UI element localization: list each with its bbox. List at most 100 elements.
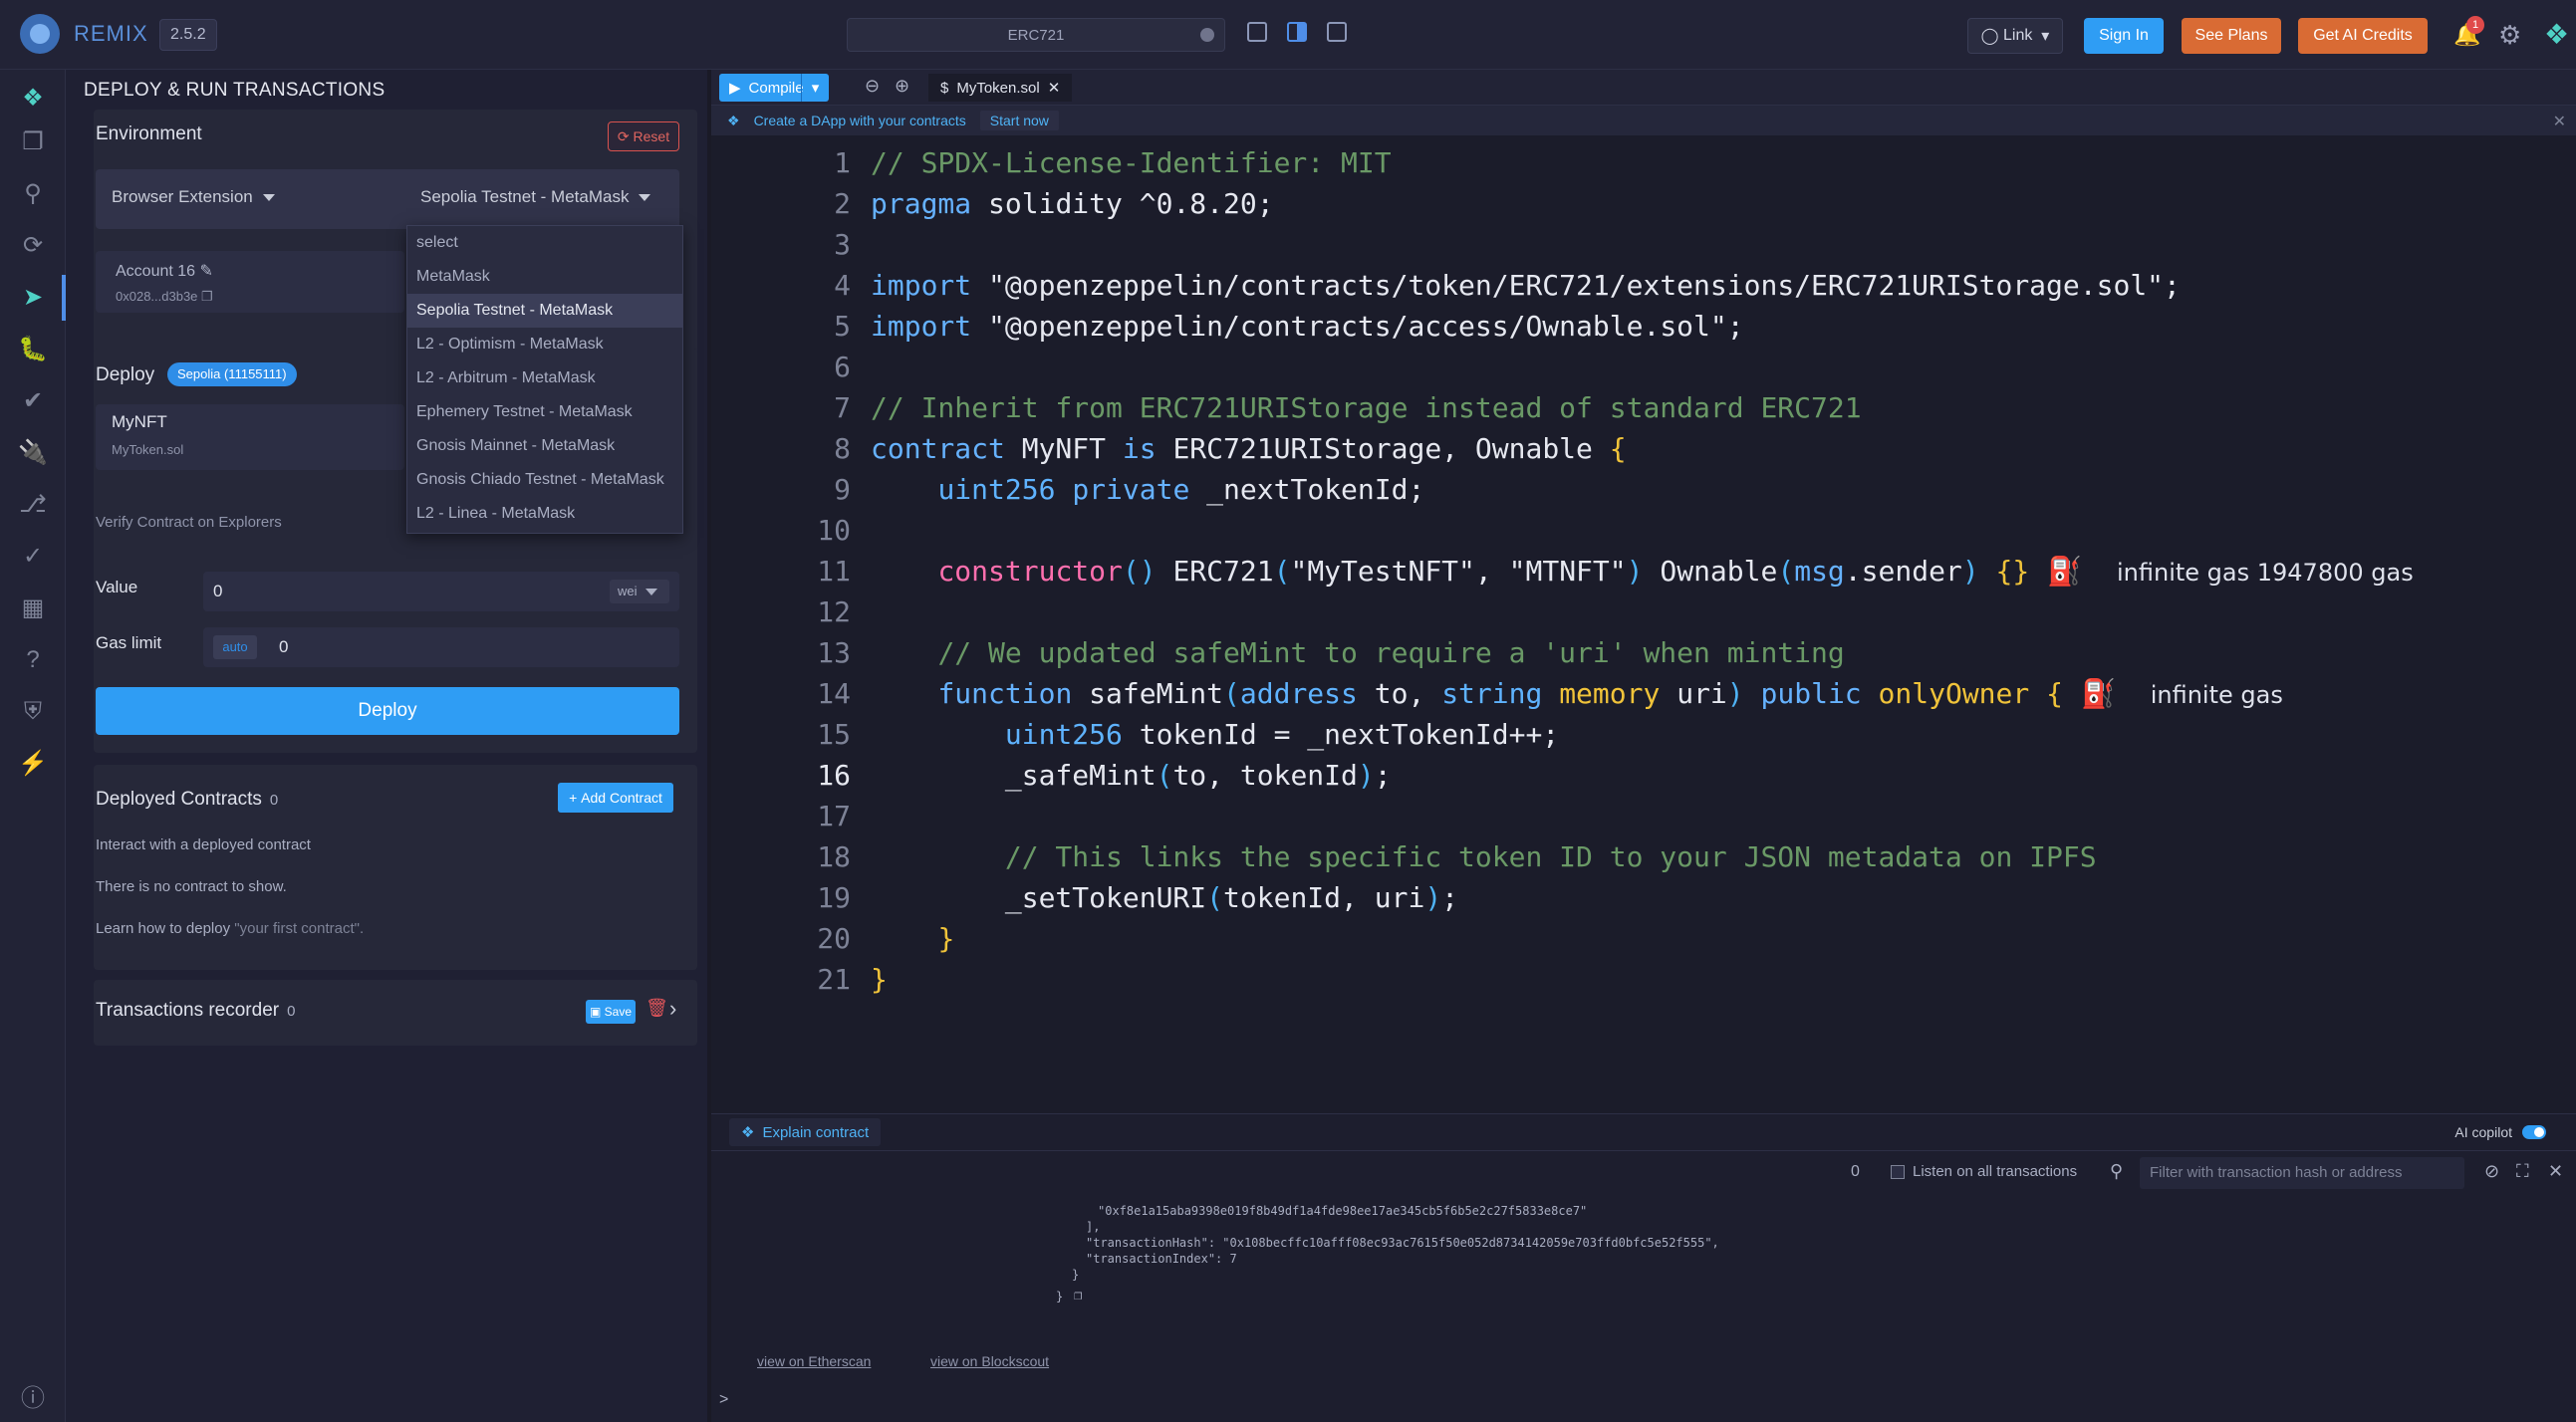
code-line[interactable]: 6 <box>711 348 2576 387</box>
debugger-icon[interactable]: 🐛 <box>18 335 48 364</box>
environment-selector[interactable]: Browser Extension Sepolia Testnet - Meta… <box>96 169 679 229</box>
remix-logo[interactable]: REMIX <box>20 14 148 54</box>
dropdown-option[interactable]: select <box>407 226 682 260</box>
code-line[interactable]: 5 import "@openzeppelin/contracts/access/… <box>711 307 2576 347</box>
contract-selector[interactable]: MyNFT MyToken.sol <box>96 404 404 470</box>
clear-console-icon[interactable]: ⊘ <box>2484 1161 2499 1182</box>
plug-icon[interactable]: ⚡ <box>18 749 48 779</box>
provider-select[interactable]: Browser Extension <box>112 187 275 207</box>
line-number: 1 <box>834 146 851 179</box>
solidity-compiler-icon[interactable]: ⟳ <box>18 231 48 261</box>
file-tab-mytoken[interactable]: $ MyToken.sol ✕ <box>928 74 1073 102</box>
code-line[interactable]: 16 _safeMint(to, tokenId); <box>711 756 2576 796</box>
dropdown-option[interactable]: L2 - Optimism - MetaMask <box>407 328 682 361</box>
code-line[interactable]: 9 uint256 private _nextTokenId; <box>711 470 2576 510</box>
extensions-icon[interactable]: ▦ <box>18 593 48 623</box>
workspace-title[interactable]: ERC721 <box>847 18 1225 52</box>
dropdown-option[interactable]: Gnosis Chiado Testnet - MetaMask <box>407 463 682 497</box>
code-line[interactable]: 1 // SPDX-License-Identifier: MIT <box>711 143 2576 183</box>
sign-in-button[interactable]: Sign In <box>2084 18 2164 54</box>
code-line[interactable]: 19 _setTokenURI(tokenId, uri); <box>711 878 2576 918</box>
code-line[interactable]: 4 import "@openzeppelin/contracts/token/E… <box>711 266 2576 306</box>
toggle-bottom-panel-icon[interactable] <box>1287 22 1307 42</box>
deploy-button[interactable]: Deploy <box>96 687 679 735</box>
plugin-manager-icon[interactable]: 🔌 <box>18 438 48 468</box>
listen-checkbox[interactable]: Listen on all transactions <box>1891 1163 2077 1180</box>
code-line[interactable]: 7 // Inherit from ERC721URIStorage instea… <box>711 388 2576 428</box>
view-etherscan-link[interactable]: view on Etherscan <box>757 1353 871 1369</box>
learn-deploy-link[interactable]: "your first contract". <box>234 920 364 937</box>
trash-icon[interactable]: 🗑 <box>645 998 668 1019</box>
remix-corner-icon[interactable]: ❖ <box>2544 18 2569 51</box>
code-line[interactable]: 11 constructor() ERC721("MyTestNFT", "MT… <box>711 552 2576 592</box>
help-icon[interactable]: ? <box>18 645 48 675</box>
explain-contract-button[interactable]: ❖ Explain contract <box>729 1118 882 1146</box>
verify-contract-checkbox[interactable]: Verify Contract on Explorers <box>96 514 282 531</box>
remix-home-icon[interactable]: ❖ <box>18 84 48 114</box>
dropdown-option-selected[interactable]: Sepolia Testnet - MetaMask <box>407 294 682 328</box>
code-line[interactable]: 17 <box>711 797 2576 836</box>
value-input[interactable]: 0 wei <box>203 572 679 611</box>
copy-icon[interactable]: ❐ <box>201 289 213 304</box>
explain-contract-label: Explain contract <box>762 1123 870 1141</box>
get-ai-credits-button[interactable]: Get AI Credits <box>2298 18 2428 54</box>
zoom-out-icon[interactable]: ⊖ <box>865 76 880 97</box>
code-line[interactable]: 12 <box>711 592 2576 632</box>
close-icon[interactable]: ✕ <box>1048 79 1061 97</box>
close-icon[interactable]: ✕ <box>2548 1161 2563 1182</box>
gas-limit-input[interactable]: auto 0 <box>203 627 679 667</box>
code-line[interactable]: 15 uint256 tokenId = _nextTokenId++; <box>711 715 2576 755</box>
code-line[interactable]: 14 function safeMint(address to, string … <box>711 674 2576 714</box>
dropdown-option[interactable]: L2 - Arbitrum - MetaMask <box>407 361 682 395</box>
reset-button[interactable]: ⟳ Reset <box>608 121 679 151</box>
dropdown-option[interactable]: L2 - Linea - MetaMask <box>407 497 682 531</box>
copy-icon[interactable]: ❐ <box>1074 1288 1082 1304</box>
code-line[interactable]: 2 pragma solidity ^0.8.20; <box>711 184 2576 224</box>
ai-copilot-toggle[interactable]: AI copilot <box>2454 1124 2546 1140</box>
account-selector[interactable]: Account 16 ✎ 0x028...d3b3e ❐ <box>96 251 404 313</box>
info-icon[interactable]: ⓘ <box>18 1384 48 1414</box>
dropdown-option[interactable]: Ephemery Testnet - MetaMask <box>407 395 682 429</box>
code-area[interactable]: 1 // SPDX-License-Identifier: MIT 2 pragma … <box>711 135 2576 1111</box>
zoom-in-icon[interactable]: ⊕ <box>895 76 909 97</box>
edit-icon[interactable]: ✎ <box>200 263 213 280</box>
code-line[interactable]: 18 // This links the specific token ID t… <box>711 837 2576 877</box>
see-plans-button[interactable]: See Plans <box>2182 18 2281 54</box>
compile-button[interactable]: ▶ Compile ▾ <box>719 74 829 102</box>
save-recorder-button[interactable]: ▣ Save <box>586 1000 636 1024</box>
github-link-button[interactable]: ◯ Link ▾ <box>1967 18 2063 54</box>
view-blockscout-link[interactable]: view on Blockscout <box>930 1353 1049 1369</box>
add-contract-button[interactable]: + Add Contract <box>558 783 673 813</box>
expand-icon[interactable]: ⛶ <box>2516 1161 2529 1182</box>
static-analysis-icon[interactable]: ✓ <box>18 542 48 572</box>
close-icon[interactable]: ✕ <box>2553 112 2566 131</box>
gas-auto-toggle[interactable]: auto <box>213 635 257 659</box>
console-prompt[interactable]: > <box>719 1391 728 1409</box>
code-line[interactable]: 10 <box>711 511 2576 551</box>
start-now-button[interactable]: Start now <box>979 111 1059 130</box>
chevron-right-icon[interactable]: › <box>669 996 676 1022</box>
deploy-run-icon[interactable]: ➤ <box>18 283 48 313</box>
gear-icon[interactable]: ⚙ <box>2498 20 2521 51</box>
unit-testing-icon[interactable]: ✔ <box>18 386 48 416</box>
toggle-right-panel-icon[interactable] <box>1327 22 1347 42</box>
dropdown-option[interactable]: MetaMask <box>407 260 682 294</box>
search-icon[interactable]: ⚲ <box>18 179 48 209</box>
ai-copilot-switch[interactable] <box>2522 1125 2546 1139</box>
code-line[interactable]: 13 // We updated safeMint to require a '… <box>711 633 2576 673</box>
checkbox[interactable] <box>1891 1164 1905 1179</box>
toggle-left-panel-icon[interactable] <box>1247 22 1267 42</box>
workspace-settings-icon[interactable] <box>1200 28 1214 42</box>
shield-icon[interactable]: ⛨ <box>18 697 48 727</box>
file-explorer-icon[interactable]: ❐ <box>18 127 48 157</box>
dropdown-option[interactable]: Gnosis Mainnet - MetaMask <box>407 429 682 463</box>
filter-input[interactable]: Filter with transaction hash or address <box>2140 1157 2464 1189</box>
code-line[interactable]: 20 } <box>711 919 2576 959</box>
git-icon[interactable]: ⎇ <box>18 490 48 520</box>
network-select[interactable]: Sepolia Testnet - MetaMask <box>420 187 651 207</box>
code-line[interactable]: 21} <box>711 960 2576 1000</box>
code-line[interactable]: 3 <box>711 225 2576 265</box>
unit-select[interactable]: wei <box>610 580 669 603</box>
code-line[interactable]: 8 contract MyNFT is ERC721URIStorage, Own… <box>711 429 2576 469</box>
compile-options-dropdown[interactable]: ▾ <box>801 74 829 102</box>
